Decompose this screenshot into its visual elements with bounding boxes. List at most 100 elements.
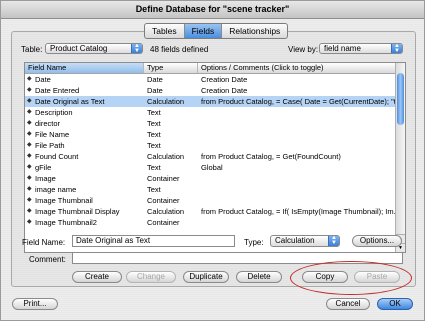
field-name-cell: ◆ File Name	[25, 129, 144, 140]
chevron-updown-icon: ▲ ▼	[328, 236, 339, 246]
type-select-value: Calculation	[275, 236, 315, 245]
drag-handle-icon[interactable]: ◆	[27, 85, 32, 96]
table-row[interactable]: ◆ Image Thumbnail2 Container	[25, 217, 397, 228]
drag-handle-icon[interactable]: ◆	[27, 151, 32, 162]
table-row[interactable]: ◆ Date Entered Date Creation Date	[25, 85, 397, 96]
field-name-cell: ◆ Date Entered	[25, 85, 144, 96]
table-row[interactable]: ◆ Date Original as Text Calculation from Pr…	[25, 96, 397, 107]
fields-list[interactable]: Field Name Type Options / Comments (Clic…	[24, 62, 406, 253]
field-name-text: File Name	[35, 130, 70, 139]
table-select[interactable]: Product Catalog ▲ ▼	[45, 43, 143, 54]
print-button[interactable]: Print...	[12, 298, 58, 310]
field-name-cell: ◆ Date	[25, 74, 144, 85]
type-select[interactable]: Calculation ▲ ▼	[270, 235, 340, 247]
tab-tables[interactable]: Tables	[145, 24, 185, 38]
table-row[interactable]: ◆ File Name Text	[25, 129, 397, 140]
field-type-cell: Container	[147, 196, 180, 205]
table-row[interactable]: ◆ gFile Text Global	[25, 162, 397, 173]
drag-handle-icon[interactable]: ◆	[27, 129, 32, 140]
field-options-cell: Global	[201, 163, 223, 172]
field-type-cell: Text	[147, 163, 161, 172]
field-name-cell: ◆ Date Original as Text	[25, 96, 144, 107]
field-type-cell: Calculation	[147, 97, 185, 106]
drag-handle-icon[interactable]: ◆	[27, 118, 32, 129]
field-type-cell: Container	[147, 174, 180, 183]
table-label: Table:	[21, 45, 43, 54]
drag-handle-icon[interactable]: ◆	[27, 184, 32, 195]
duplicate-button[interactable]: Duplicate	[183, 271, 229, 283]
drag-handle-icon[interactable]: ◆	[27, 195, 32, 206]
drag-handle-icon[interactable]: ◆	[27, 206, 32, 217]
change-button[interactable]: Change	[126, 271, 176, 283]
field-options-cell: Creation Date	[201, 86, 248, 95]
field-options-cell	[198, 217, 397, 228]
field-options-cell	[198, 107, 397, 118]
column-header-field-name[interactable]: Field Name	[25, 63, 144, 73]
field-type-cell: Text	[147, 141, 161, 150]
field-count: 48 fields defined	[150, 45, 209, 54]
field-name-cell: ◆ Image	[25, 173, 144, 184]
field-name-cell: ◆ Image Thumbnail Display	[25, 206, 144, 217]
table-row[interactable]: ◆ File Path Text	[25, 140, 397, 151]
ok-button[interactable]: OK	[377, 298, 413, 310]
field-name-text: image name	[35, 185, 77, 194]
table-row[interactable]: ◆ Image Container	[25, 173, 397, 184]
field-name-cell: ◆ director	[25, 118, 144, 129]
field-options-cell	[198, 195, 397, 206]
drag-handle-icon[interactable]: ◆	[27, 96, 32, 107]
tab-relationships[interactable]: Relationships	[222, 24, 287, 38]
field-name-input[interactable]: Date Original as Text	[72, 235, 235, 247]
view-by-select[interactable]: field name ▲ ▼	[319, 43, 403, 54]
field-name-cell: ◆ File Path	[25, 140, 144, 151]
field-name-text: Date Original as Text	[35, 97, 105, 106]
options-button[interactable]: Options...	[352, 235, 402, 247]
field-name-cell: ◆ gFile	[25, 162, 144, 173]
table-row[interactable]: ◆ Image Thumbnail Container	[25, 195, 397, 206]
field-name-cell: ◆ Description	[25, 107, 144, 118]
field-type-cell: Text	[147, 119, 161, 128]
cancel-button[interactable]: Cancel	[326, 298, 370, 310]
fields-panel: Table: Product Catalog ▲ ▼ 48 fields defi…	[11, 31, 416, 287]
define-database-window: Define Database for "scene tracker" Tabl…	[0, 0, 425, 321]
delete-button[interactable]: Delete	[236, 271, 282, 283]
table-row[interactable]: ◆ Found Count Calculation from Product Cata…	[25, 151, 397, 162]
table-row[interactable]: ◆ Image Thumbnail Display Calculation from …	[25, 206, 397, 217]
field-name-text: Date Entered	[35, 86, 80, 95]
column-header-options[interactable]: Options / Comments (Click to toggle)	[198, 63, 397, 73]
tab-fields[interactable]: Fields	[184, 24, 223, 38]
field-name-text: gFile	[35, 163, 52, 172]
table-row[interactable]: ◆ director Text	[25, 118, 397, 129]
chevron-updown-icon: ▲ ▼	[131, 44, 142, 53]
column-header-type[interactable]: Type	[144, 63, 198, 73]
table-row[interactable]: ◆ image name Text	[25, 184, 397, 195]
window-title: Define Database for "scene tracker"	[1, 1, 424, 19]
drag-handle-icon[interactable]: ◆	[27, 217, 32, 228]
drag-handle-icon[interactable]: ◆	[27, 107, 32, 118]
list-header: Field Name Type Options / Comments (Clic…	[25, 63, 397, 74]
create-button[interactable]: Create	[72, 271, 122, 283]
field-options-cell	[198, 184, 397, 195]
field-type-cell: Calculation	[147, 152, 185, 161]
field-type-cell: Text	[147, 108, 161, 117]
drag-handle-icon[interactable]: ◆	[27, 162, 32, 173]
field-type-cell: Date	[147, 86, 163, 95]
tab-bar: Tables Fields Relationships	[144, 23, 289, 39]
drag-handle-icon[interactable]: ◆	[27, 74, 32, 85]
chevron-updown-icon: ▲ ▼	[391, 44, 402, 53]
field-options-cell	[198, 173, 397, 184]
table-row[interactable]: ◆ Description Text	[25, 107, 397, 118]
scrollbar-thumb[interactable]	[397, 73, 404, 125]
field-type-cell: Date	[147, 75, 163, 84]
type-label: Type:	[244, 238, 264, 247]
field-name-text: Image Thumbnail2	[35, 218, 97, 227]
field-name-label: Field Name:	[22, 238, 66, 247]
field-name-text: Image	[35, 174, 56, 183]
field-name-cell: ◆ Found Count	[25, 151, 144, 162]
field-name-cell: ◆ Image Thumbnail2	[25, 217, 144, 228]
list-scrollbar[interactable]: ▲ ▼	[395, 63, 405, 252]
table-row[interactable]: ◆ Date Date Creation Date	[25, 74, 397, 85]
field-name-text: director	[35, 119, 61, 128]
drag-handle-icon[interactable]: ◆	[27, 173, 32, 184]
list-rows: ◆ Date Date Creation Date ◆ Date Entered Date C…	[25, 74, 397, 228]
drag-handle-icon[interactable]: ◆	[27, 140, 32, 151]
